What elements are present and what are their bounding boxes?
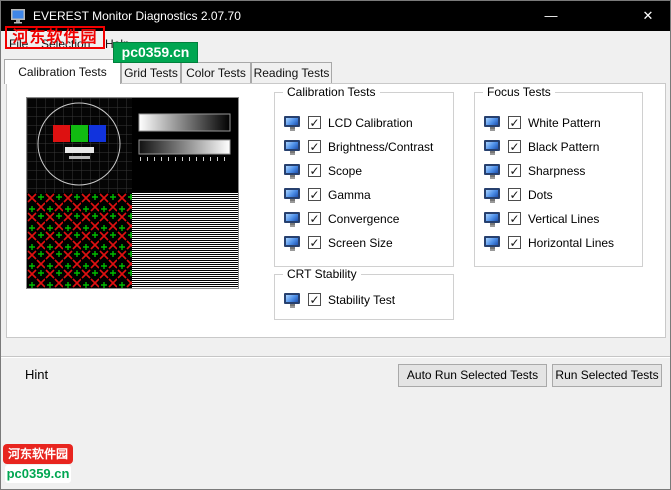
test-item-stability-test[interactable]: ✓ Stability Test	[275, 292, 453, 308]
monitor-icon	[284, 140, 300, 155]
monitor-icon	[284, 116, 300, 131]
monitor-icon	[284, 212, 300, 227]
checkbox[interactable]: ✓	[508, 236, 521, 249]
group-crt-stability: CRT Stability ✓ Stability Test	[274, 267, 454, 320]
group-focus-tests: Focus Tests ✓ White Pattern ✓ Black Patt…	[474, 85, 643, 267]
monitor-icon	[484, 236, 500, 251]
tab-calibration-tests[interactable]: Calibration Tests	[4, 59, 121, 84]
monitor-icon	[484, 164, 500, 179]
app-monitor-icon	[11, 9, 25, 24]
checkbox[interactable]: ✓	[308, 212, 321, 225]
test-item-brightness-contrast[interactable]: ✓ Brightness/Contrast	[275, 139, 453, 155]
group-calibration-tests: Calibration Tests ✓ LCD Calibration ✓ Br…	[274, 85, 454, 267]
minimize-icon[interactable]: —	[528, 1, 574, 31]
test-item-convergence[interactable]: ✓ Convergence	[275, 211, 453, 227]
preview-lcd-pattern	[27, 98, 132, 193]
checkbox[interactable]: ✓	[308, 140, 321, 153]
test-item-horizontal-lines[interactable]: ✓ Horizontal Lines	[475, 235, 642, 251]
test-item-black-pattern[interactable]: ✓ Black Pattern	[475, 139, 642, 155]
monitor-icon	[484, 116, 500, 131]
separator-line	[1, 356, 670, 358]
test-pattern-preview	[26, 97, 239, 289]
tab-page-calibration: Calibration Tests ✓ LCD Calibration ✓ Br…	[6, 83, 666, 338]
tab-reading-tests[interactable]: Reading Tests	[251, 62, 332, 83]
window-title: EVEREST Monitor Diagnostics 2.07.70	[33, 9, 241, 23]
test-item-gamma[interactable]: ✓ Gamma	[275, 187, 453, 203]
watermark-bottom-red: 河东软件园	[3, 444, 73, 464]
checkbox[interactable]: ✓	[308, 293, 321, 306]
watermark-red-box: 河东软件园	[5, 26, 105, 49]
test-item-scope[interactable]: ✓ Scope	[275, 163, 453, 179]
test-item-sharpness[interactable]: ✓ Sharpness	[475, 163, 642, 179]
group-title: CRT Stability	[283, 267, 361, 281]
test-item-lcd-calibration[interactable]: ✓ LCD Calibration	[275, 115, 453, 131]
tab-grid-tests[interactable]: Grid Tests	[121, 62, 181, 83]
monitor-icon	[284, 236, 300, 251]
preview-horizontal-lines-pattern	[132, 193, 238, 288]
watermark-bottom-green: pc0359.cn	[4, 465, 72, 483]
checkbox[interactable]: ✓	[508, 164, 521, 177]
checkbox[interactable]: ✓	[508, 212, 521, 225]
test-item-vertical-lines[interactable]: ✓ Vertical Lines	[475, 211, 642, 227]
watermark-green-badge: pc0359.cn	[113, 42, 198, 63]
tab-color-tests[interactable]: Color Tests	[181, 62, 251, 83]
close-icon[interactable]: ✕	[625, 1, 670, 31]
checkbox[interactable]: ✓	[308, 116, 321, 129]
app-window: EVEREST Monitor Diagnostics 2.07.70 — ✕ …	[0, 0, 671, 490]
run-selected-tests-button[interactable]: Run Selected Tests	[552, 364, 662, 387]
test-item-white-pattern[interactable]: ✓ White Pattern	[475, 115, 642, 131]
checkbox[interactable]: ✓	[308, 164, 321, 177]
test-item-screen-size[interactable]: ✓ Screen Size	[275, 235, 453, 251]
preview-convergence-pattern	[27, 193, 132, 288]
preview-grayscale-pattern	[132, 98, 238, 193]
monitor-icon	[484, 140, 500, 155]
monitor-icon	[484, 212, 500, 227]
watermark-bottom: 河东软件园 pc0359.cn	[3, 444, 73, 483]
monitor-icon	[484, 188, 500, 203]
group-title: Calibration Tests	[283, 85, 380, 99]
hint-label: Hint	[25, 367, 49, 382]
checkbox[interactable]: ✓	[508, 116, 521, 129]
group-title: Focus Tests	[483, 85, 555, 99]
monitor-icon	[284, 164, 300, 179]
checkbox[interactable]: ✓	[508, 140, 521, 153]
checkbox[interactable]: ✓	[508, 188, 521, 201]
checkbox[interactable]: ✓	[308, 188, 321, 201]
monitor-icon	[284, 293, 300, 308]
test-item-dots[interactable]: ✓ Dots	[475, 187, 642, 203]
monitor-icon	[284, 188, 300, 203]
checkbox[interactable]: ✓	[308, 236, 321, 249]
auto-run-selected-tests-button[interactable]: Auto Run Selected Tests	[398, 364, 547, 387]
